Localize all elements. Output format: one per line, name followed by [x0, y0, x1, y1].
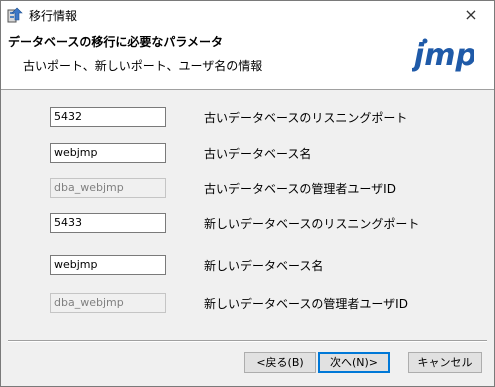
separator: [8, 340, 487, 342]
field-label-3: 古いデータベースの管理者ユーザID: [204, 182, 396, 196]
field-input-5[interactable]: webjmp: [50, 255, 166, 275]
field-label-1: 古いデータベースのリスニングポート: [204, 111, 408, 125]
header-panel: データベースの移行に必要なパラメータ 古いポート、新しいポート、ユーザ名の情報 …: [1, 29, 494, 90]
field-input-3: dba_webjmp: [50, 178, 166, 198]
close-icon: ×: [464, 5, 478, 24]
field-label-4: 新しいデータベースのリスニングポート: [204, 217, 420, 231]
window-title: 移行情報: [29, 9, 78, 23]
field-input-6: dba_webjmp: [50, 293, 166, 313]
page-subtitle: 古いポート、新しいポート、ユーザ名の情報: [23, 59, 263, 73]
jmp-logo: jmp: [412, 38, 474, 73]
field-label-2: 古いデータベース名: [204, 147, 312, 161]
field-label-5: 新しいデータベース名: [204, 259, 324, 273]
back-button[interactable]: <戻る(B): [244, 352, 316, 373]
field-input-4[interactable]: 5433: [50, 213, 166, 233]
title-bar: 移行情報 ×: [1, 1, 494, 29]
dialog-window: 移行情報 × データベースの移行に必要なパラメータ 古いポート、新しいポート、ユ…: [0, 0, 495, 387]
field-input-1[interactable]: 5432: [50, 107, 166, 127]
page-title: データベースの移行に必要なパラメータ: [8, 35, 224, 49]
cancel-button[interactable]: キャンセル: [408, 352, 482, 373]
next-button[interactable]: 次へ(N)>: [318, 352, 390, 373]
close-button[interactable]: ×: [448, 1, 494, 29]
field-input-2[interactable]: webjmp: [50, 143, 166, 163]
jmp-logo-text: jmp: [412, 38, 474, 73]
field-label-6: 新しいデータベースの管理者ユーザID: [204, 297, 408, 311]
installer-icon: [7, 7, 23, 23]
